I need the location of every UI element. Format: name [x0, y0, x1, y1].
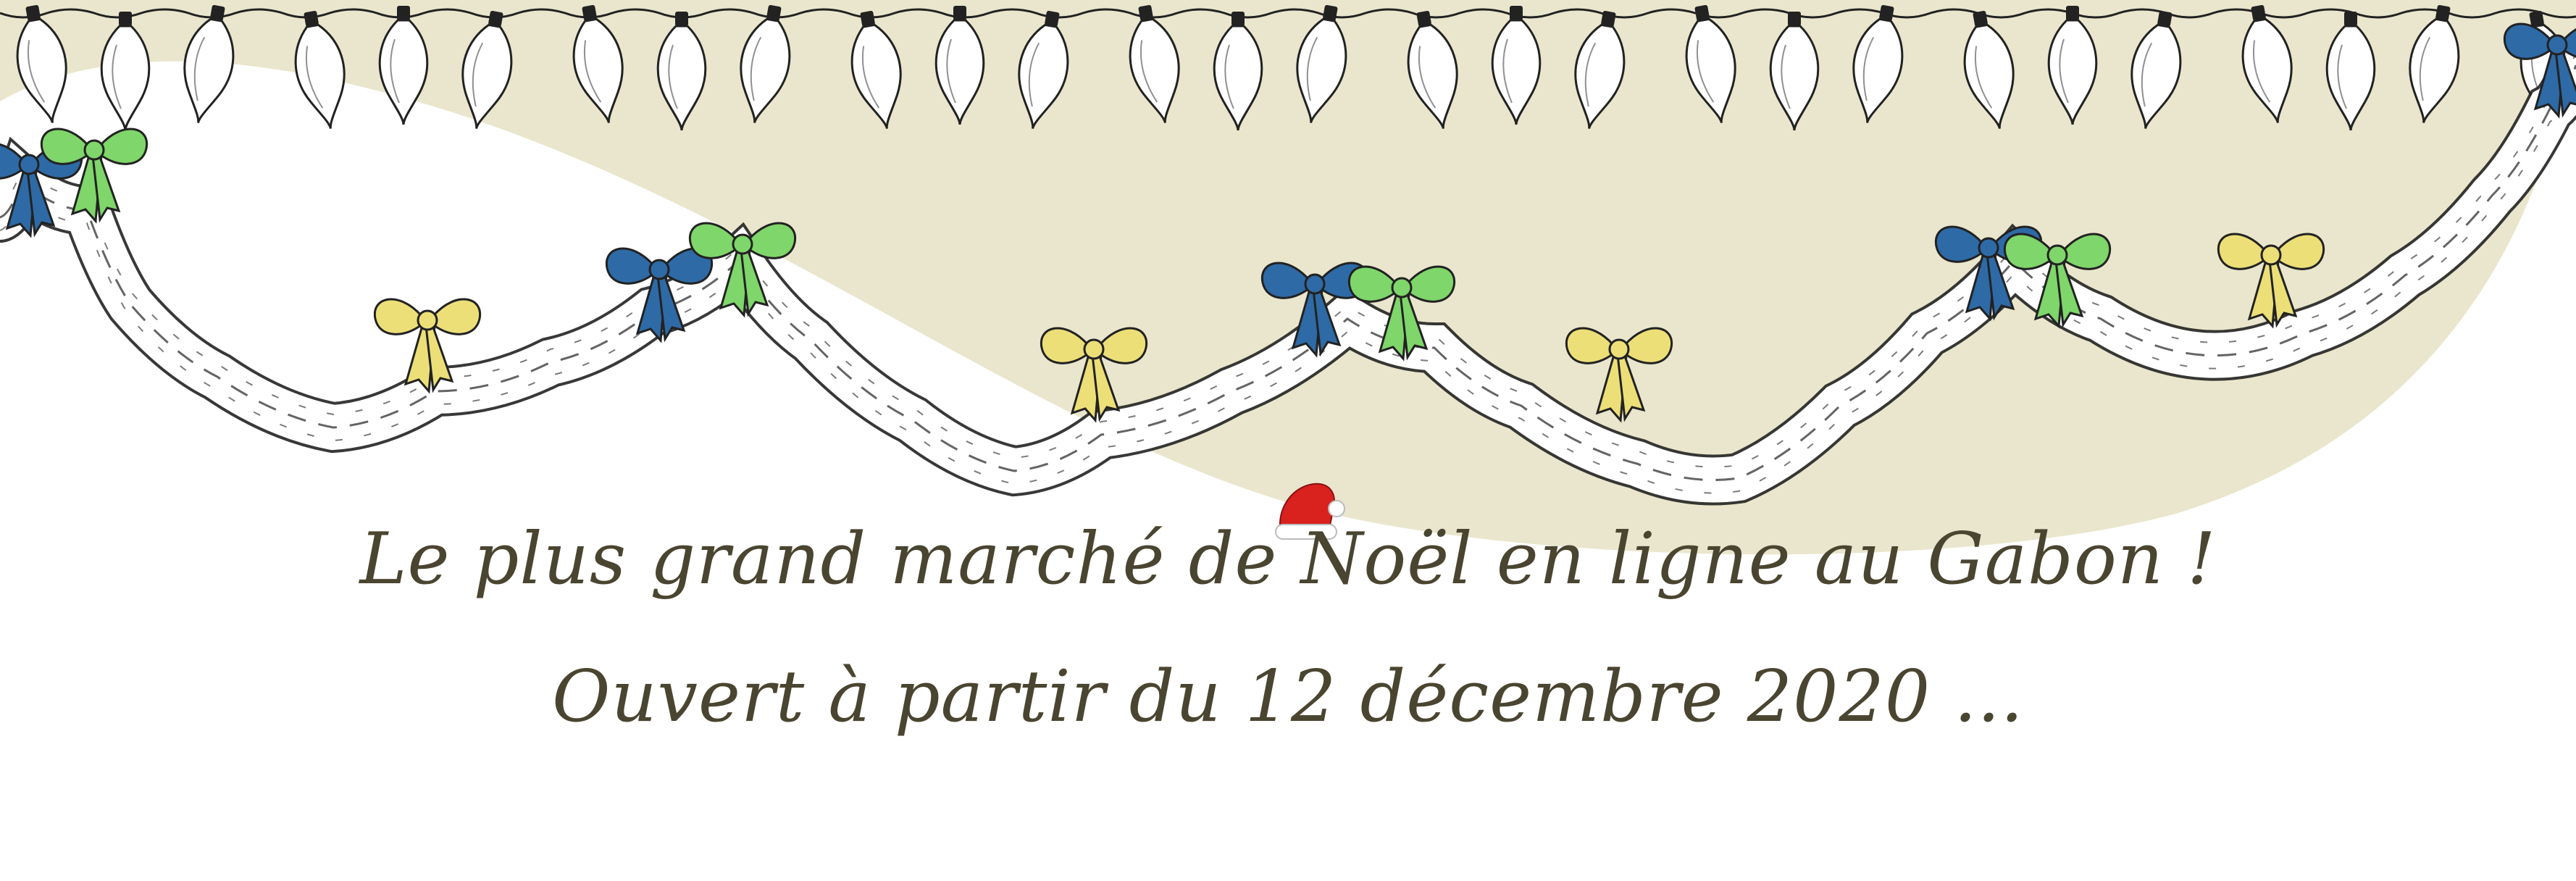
- headline-market: Le plus grand marché de Noël en ligne au…: [359, 518, 2217, 601]
- christmas-market-banner: Le plus grand marché de Noël en ligne au…: [0, 0, 2576, 881]
- headline-opening-date: Ouvert à partir du 12 décembre 2020 ...: [552, 656, 2024, 738]
- banner-artwork: [0, 0, 2576, 555]
